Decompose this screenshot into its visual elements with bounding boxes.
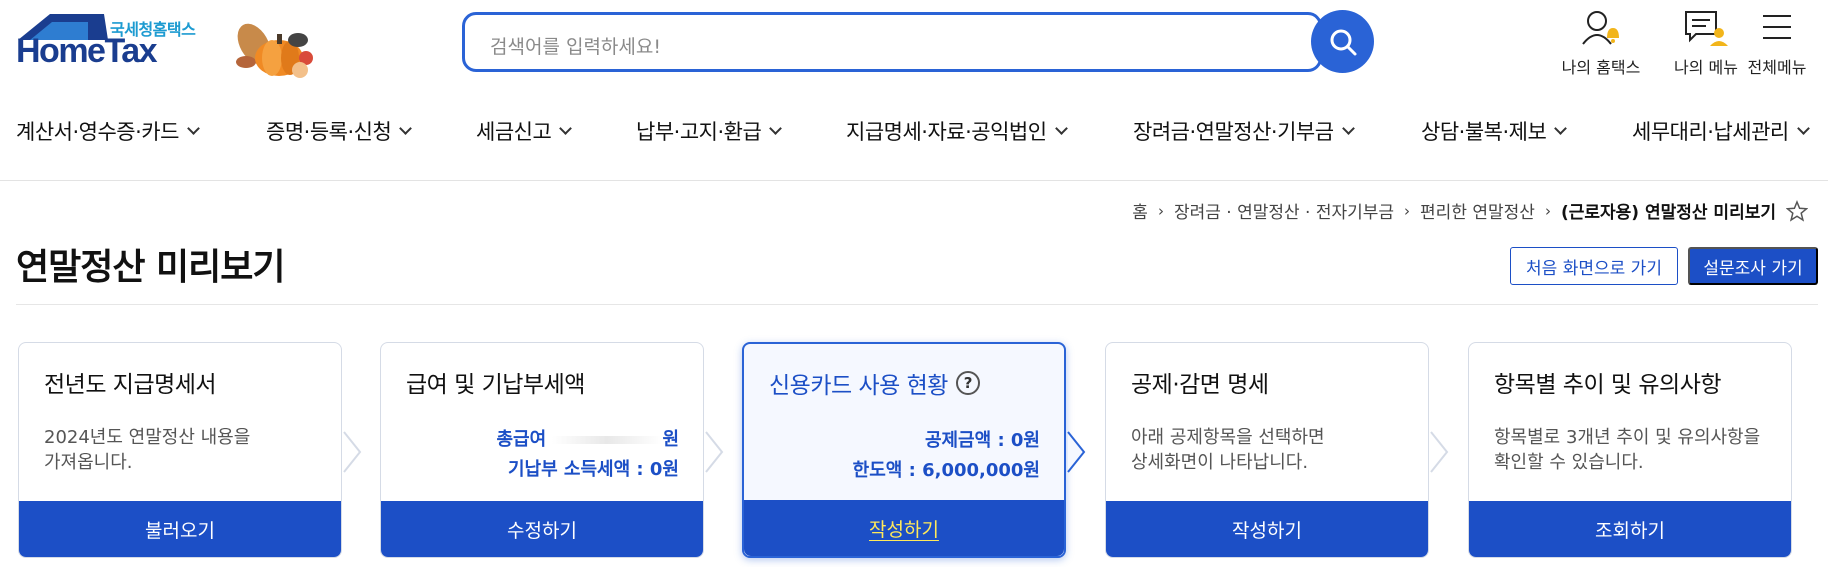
- load-button[interactable]: 불러오기: [19, 501, 341, 557]
- step-arrow-icon: [343, 431, 362, 473]
- card-deduction-details: 공제·감면 명세 아래 공제항목을 선택하면 상세화면이 나타납니다. 작성하기: [1105, 342, 1429, 558]
- header-divider: [0, 180, 1828, 181]
- search-button[interactable]: [1311, 10, 1374, 73]
- step-arrow-icon: [705, 431, 724, 473]
- gnb-item-year-end[interactable]: 장려금·연말정산·기부금: [1133, 116, 1355, 146]
- gnb-item-tax-agent[interactable]: 세무대리·납세관리: [1632, 116, 1810, 146]
- gnb-item-consultation[interactable]: 상담·불복·제보: [1421, 116, 1568, 146]
- my-hometax-button[interactable]: 나의 홈택스: [1551, 8, 1651, 78]
- hometax-logo[interactable]: 국세청홈택스 HomeTax: [16, 10, 316, 80]
- go-home-button[interactable]: 처음 화면으로 가기: [1510, 247, 1678, 285]
- search-input[interactable]: 검색어를 입력하세요!: [490, 32, 661, 59]
- card-description: 아래 공제항목을 선택하면 상세화면이 나타납니다.: [1131, 427, 1325, 473]
- survey-button[interactable]: 설문조사 가기: [1688, 247, 1818, 285]
- card-title: 항목별 추이 및 유의사항: [1494, 372, 1722, 398]
- card-description: 2024년도 연말정산 내용을 가져옵니다.: [44, 427, 251, 473]
- view-button[interactable]: 조회하기: [1469, 501, 1791, 557]
- chevron-down-icon: [1796, 121, 1810, 135]
- user-bell-icon: [1582, 11, 1619, 45]
- card-title: 공제·감면 명세: [1131, 372, 1269, 398]
- breadcrumb-separator: ›: [1544, 201, 1551, 220]
- step-arrow-icon: [1430, 431, 1449, 473]
- write-button[interactable]: 작성하기: [1106, 501, 1428, 557]
- chevron-down-icon: [399, 121, 413, 135]
- total-salary: 총급여 원: [496, 429, 679, 450]
- breadcrumb-item[interactable]: 장려금 · 연말정산 · 전자기부금: [1174, 198, 1394, 223]
- gnb-item-certificates[interactable]: 증명·등록·신청: [266, 116, 413, 146]
- chevron-down-icon: [1554, 121, 1568, 135]
- card-title: 전년도 지급명세서: [44, 372, 217, 398]
- card-title: 급여 및 기납부세액: [406, 372, 585, 398]
- all-menu-button[interactable]: 전체메뉴: [1722, 8, 1828, 78]
- gnb-item-payment[interactable]: 납부·고지·환급: [636, 116, 783, 146]
- breadcrumb-item[interactable]: 편리한 연말정산: [1420, 198, 1535, 223]
- masked-value: [552, 436, 663, 444]
- card-trends-notes: 항목별 추이 및 유의사항 항목별로 3개년 추이 및 유의사항을 확인할 수 …: [1468, 342, 1792, 558]
- card-credit-card-usage: 신용카드 사용 현황 ? 공제금액 : 0원 한도액 : 6,000,000원 …: [742, 342, 1066, 558]
- gnb-item-payment-statements[interactable]: 지급명세·자료·공익법인: [846, 116, 1068, 146]
- global-nav: 계산서·영수증·카드 증명·등록·신청 세금신고 납부·고지·환급 지급명세·자…: [0, 110, 1828, 150]
- title-divider: [16, 304, 1818, 305]
- hamburger-icon: [1763, 15, 1791, 39]
- breadcrumb-separator: ›: [1404, 201, 1411, 220]
- chevron-down-icon: [1341, 121, 1355, 135]
- prepaid-tax: 기납부 소득세액 : 0원: [507, 459, 679, 480]
- breadcrumb-separator: ›: [1157, 201, 1164, 220]
- breadcrumb: 홈 › 장려금 · 연말정산 · 전자기부금 › 편리한 연말정산 › (근로자…: [1132, 198, 1808, 223]
- breadcrumb-current: (근로자용) 연말정산 미리보기: [1560, 203, 1776, 223]
- chevron-down-icon: [1054, 121, 1068, 135]
- card-title: 신용카드 사용 현황 ?: [769, 366, 980, 400]
- chevron-down-icon: [187, 121, 200, 135]
- my-hometax-label: 나의 홈택스: [1561, 58, 1641, 77]
- limit-amount: 한도액 : 6,000,000원: [852, 460, 1040, 481]
- step-arrow-icon: [1067, 431, 1086, 473]
- write-button[interactable]: 작성하기: [744, 500, 1064, 556]
- all-menu-label: 전체메뉴: [1747, 58, 1807, 77]
- card-description: 항목별로 3개년 추이 및 유의사항을 확인할 수 있습니다.: [1494, 427, 1761, 473]
- card-salary-prepaid-tax: 급여 및 기납부세액 총급여 원 기납부 소득세액 : 0원 수정하기: [380, 342, 704, 558]
- card-values: 총급여 원 기납부 소득세액 : 0원: [496, 425, 679, 485]
- deduction-amount: 공제금액 : 0원: [924, 430, 1040, 451]
- card-values: 공제금액 : 0원 한도액 : 6,000,000원: [853, 426, 1040, 486]
- breadcrumb-home[interactable]: 홈: [1132, 198, 1148, 223]
- gnb-item-tax-return[interactable]: 세금신고: [476, 116, 573, 146]
- page-title: 연말정산 미리보기: [16, 247, 285, 288]
- gnb-item-receipts[interactable]: 계산서·영수증·카드: [16, 116, 200, 146]
- search-icon: [1330, 29, 1356, 55]
- chevron-down-icon: [769, 121, 783, 135]
- logo-title: HomeTax: [16, 32, 158, 70]
- card-previous-year-statement: 전년도 지급명세서 2024년도 연말정산 내용을 가져옵니다. 불러오기: [18, 342, 342, 558]
- search-box[interactable]: 검색어를 입력하세요!: [462, 12, 1322, 72]
- pumpkin-decoration-icon: [236, 23, 313, 78]
- edit-button[interactable]: 수정하기: [381, 501, 703, 557]
- star-icon[interactable]: [1786, 199, 1808, 222]
- chevron-down-icon: [559, 121, 573, 135]
- help-icon[interactable]: ?: [955, 371, 980, 395]
